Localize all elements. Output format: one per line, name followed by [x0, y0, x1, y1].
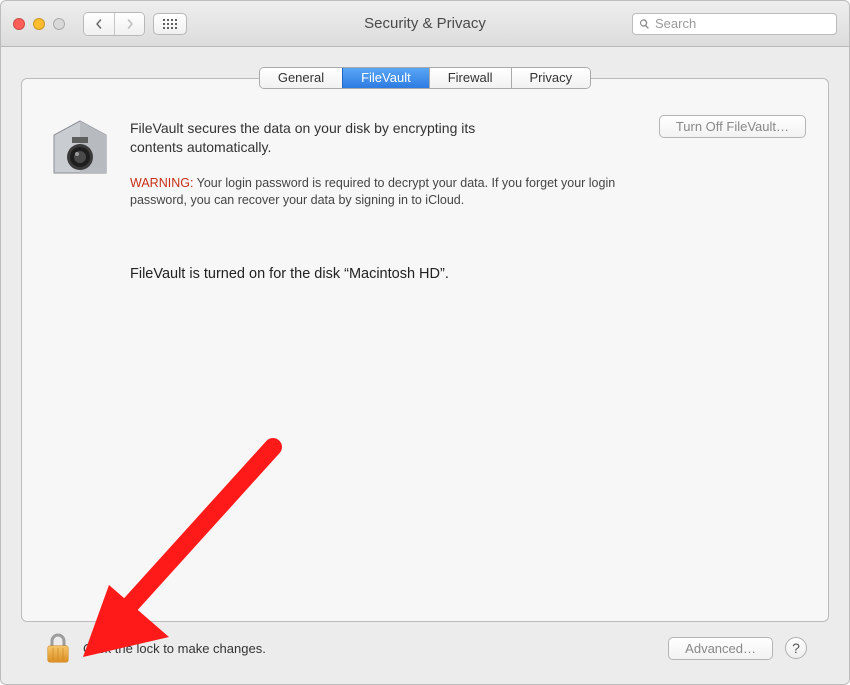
- warning-text: Your login password is required to decry…: [130, 176, 615, 208]
- tab-firewall[interactable]: Firewall: [429, 68, 511, 88]
- lock-hint-text: Click the lock to make changes.: [83, 641, 266, 656]
- lock-button[interactable]: [43, 630, 73, 666]
- warning-label: WARNING:: [130, 176, 193, 190]
- filevault-warning: WARNING: Your login password is required…: [130, 175, 645, 210]
- close-button[interactable]: [13, 18, 25, 30]
- zoom-button[interactable]: [53, 18, 65, 30]
- filevault-status: FileVault is turned on for the disk “Mac…: [130, 266, 806, 282]
- titlebar: Security & Privacy: [1, 1, 849, 47]
- turn-off-filevault-button[interactable]: Turn Off FileVault…: [659, 115, 806, 138]
- tab-general[interactable]: General: [260, 68, 342, 88]
- filevault-text: FileVault secures the data on your disk …: [130, 115, 645, 210]
- help-button[interactable]: ?: [785, 637, 807, 659]
- tabs: General FileVault Firewall Privacy: [259, 67, 591, 89]
- preferences-window: Security & Privacy General FileVault Fir…: [0, 0, 850, 685]
- footer: Click the lock to make changes. Advanced…: [21, 622, 829, 674]
- nav-back-forward: [83, 12, 145, 36]
- search-input[interactable]: [655, 16, 830, 31]
- back-button[interactable]: [84, 13, 114, 35]
- advanced-button[interactable]: Advanced…: [668, 637, 773, 660]
- filevault-header: FileVault secures the data on your disk …: [44, 115, 806, 210]
- filevault-description: FileVault secures the data on your disk …: [130, 119, 510, 157]
- minimize-button[interactable]: [33, 18, 45, 30]
- traffic-lights: [13, 18, 65, 30]
- search-field[interactable]: [632, 13, 837, 35]
- tab-privacy[interactable]: Privacy: [511, 68, 591, 88]
- forward-button[interactable]: [114, 13, 144, 35]
- search-icon: [639, 18, 650, 30]
- tab-filevault[interactable]: FileVault: [342, 68, 429, 88]
- show-all-button[interactable]: [153, 13, 187, 35]
- tab-panel: FileVault secures the data on your disk …: [21, 78, 829, 622]
- content: General FileVault Firewall Privacy: [1, 47, 849, 684]
- turn-off-container: Turn Off FileVault…: [659, 115, 806, 138]
- tabs-row: General FileVault Firewall Privacy: [21, 67, 829, 89]
- filevault-icon: [44, 115, 116, 187]
- footer-right: Advanced… ?: [668, 637, 807, 660]
- grid-icon: [163, 19, 177, 29]
